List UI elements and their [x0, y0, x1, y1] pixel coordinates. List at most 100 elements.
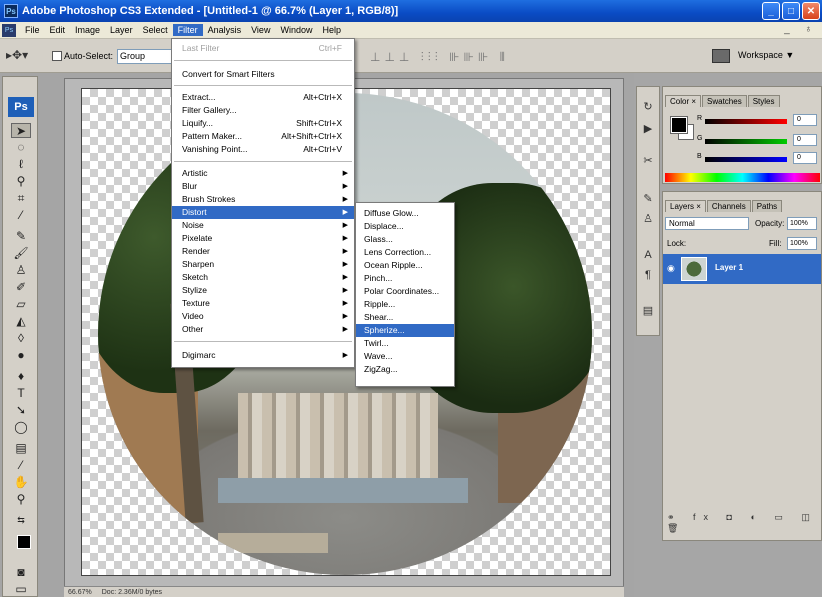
foreground-color-swatch[interactable]	[17, 535, 31, 549]
menu-item-last-filter[interactable]: Last Filter Ctrl+F	[172, 42, 354, 55]
blue-value-input[interactable]: 0	[793, 152, 817, 164]
align-distribute-icons[interactable]: ⊥⊥⊥ ⫶⫶⫶ ⊪⊪⊪ ⫴	[370, 50, 509, 65]
clone-stamp-icon[interactable]: ♙	[11, 263, 31, 278]
menu-item-extract[interactable]: Extract... Alt+Ctrl+X	[172, 91, 354, 104]
tab-styles[interactable]: Styles	[747, 95, 780, 107]
path-selection-icon[interactable]: ➘	[11, 403, 31, 418]
shape-tool-icon[interactable]: ◯	[11, 420, 31, 435]
slider-green[interactable]: G 0	[697, 134, 821, 147]
submenu-polar-coordinates[interactable]: Polar Coordinates...	[356, 285, 454, 298]
paragraph-panel-icon[interactable]: ¶	[640, 267, 656, 283]
eyedropper-tool-icon[interactable]: ⁄	[11, 458, 31, 473]
tab-paths[interactable]: Paths	[751, 200, 783, 212]
foreground-color-swatch[interactable]	[670, 116, 688, 134]
swap-colors-icon[interactable]: ⇆	[11, 513, 31, 528]
layer-comps-icon[interactable]: ▤	[640, 303, 656, 319]
menu-item-other[interactable]: Other ▶	[172, 323, 354, 336]
menu-edit[interactable]: Edit	[45, 24, 71, 36]
menu-view[interactable]: View	[246, 24, 275, 36]
pen-tool-icon[interactable]: ♦	[11, 369, 31, 384]
blur-tool-icon[interactable]: ◊	[11, 331, 31, 346]
screen-mode-icon[interactable]: ▭	[11, 582, 31, 597]
move-tool-preset-icon[interactable]: ▸✥▾	[6, 48, 40, 66]
menu-layer[interactable]: Layer	[105, 24, 138, 36]
notes-tool-icon[interactable]: ▤	[11, 441, 31, 456]
move-tool-icon[interactable]: ➤	[11, 123, 31, 138]
workspace-icon[interactable]	[712, 49, 730, 63]
menu-item-convert-smart-filters[interactable]: Convert for Smart Filters	[172, 68, 354, 81]
menu-item-distort[interactable]: Distort ▶	[172, 206, 354, 219]
character-panel-icon[interactable]: A	[640, 247, 656, 263]
menu-item-stylize[interactable]: Stylize ▶	[172, 284, 354, 297]
close-button[interactable]: ✕	[802, 2, 820, 20]
clone-source-icon[interactable]: ♙	[640, 211, 656, 227]
tab-color[interactable]: Color ×	[665, 95, 702, 107]
menu-item-sharpen[interactable]: Sharpen ▶	[172, 258, 354, 271]
hand-tool-icon[interactable]: ✋	[11, 475, 31, 490]
submenu-wave[interactable]: Wave...	[356, 350, 454, 363]
layer-name[interactable]: Layer 1	[715, 263, 743, 272]
auto-select-checkbox[interactable]	[52, 51, 62, 61]
history-panel-icon[interactable]: ↻	[640, 99, 656, 115]
maximize-button[interactable]: □	[782, 2, 800, 20]
menu-item-render[interactable]: Render ▶	[172, 245, 354, 258]
zoom-tool-icon[interactable]: ⚲	[11, 492, 31, 507]
eraser-tool-icon[interactable]: ▱	[11, 297, 31, 312]
menu-item-noise[interactable]: Noise ▶	[172, 219, 354, 232]
menu-item-video[interactable]: Video ▶	[172, 310, 354, 323]
submenu-shear[interactable]: Shear...	[356, 311, 454, 324]
magic-wand-tool-icon[interactable]: ⚲	[11, 174, 31, 189]
type-tool-icon[interactable]: T	[11, 386, 31, 401]
submenu-ocean-ripple[interactable]: Ocean Ripple...	[356, 259, 454, 272]
tab-channels[interactable]: Channels	[706, 200, 751, 212]
submenu-diffuse-glow[interactable]: Diffuse Glow...	[356, 207, 454, 220]
menu-window[interactable]: Window	[275, 24, 317, 36]
opacity-input[interactable]: 100%	[787, 217, 817, 230]
red-value-input[interactable]: 0	[793, 114, 817, 126]
menu-item-sketch[interactable]: Sketch ▶	[172, 271, 354, 284]
minimize-button[interactable]: _	[762, 2, 780, 20]
eye-icon[interactable]: ◉	[667, 263, 675, 274]
menu-filter[interactable]: Filter	[172, 24, 203, 36]
brushes-panel-icon[interactable]: ✎	[640, 191, 656, 207]
gradient-tool-icon[interactable]: ◭	[11, 314, 31, 329]
menu-item-filter-gallery[interactable]: Filter Gallery...	[172, 104, 354, 117]
menu-item-vanishing-point[interactable]: Vanishing Point... Alt+Ctrl+V	[172, 143, 354, 156]
submenu-twirl[interactable]: Twirl...	[356, 337, 454, 350]
submenu-glass[interactable]: Glass...	[356, 233, 454, 246]
tab-layers[interactable]: Layers ×	[665, 200, 706, 212]
doc-size-info[interactable]: Doc: 2.36M/0 bytes	[102, 589, 162, 596]
blend-mode-select[interactable]: Normal	[665, 217, 749, 230]
auto-select-dropdown[interactable]: Group	[117, 49, 173, 64]
menu-item-brush-strokes[interactable]: Brush Strokes ▶	[172, 193, 354, 206]
slice-tool-icon[interactable]: ⁄	[11, 208, 31, 223]
crop-tool-icon[interactable]: ⌗	[11, 191, 31, 206]
menu-item-pattern-maker[interactable]: Pattern Maker... Alt+Shift+Ctrl+X	[172, 130, 354, 143]
menu-item-texture[interactable]: Texture ▶	[172, 297, 354, 310]
marquee-tool-icon[interactable]: ◌	[11, 140, 31, 155]
actions-panel-icon[interactable]: ▶	[640, 121, 656, 137]
menu-file[interactable]: File	[20, 24, 45, 36]
slider-blue[interactable]: B 0	[697, 152, 821, 165]
submenu-spherize[interactable]: Spherize...	[356, 324, 454, 337]
menu-analysis[interactable]: Analysis	[203, 24, 247, 36]
submenu-ripple[interactable]: Ripple...	[356, 298, 454, 311]
dodge-tool-icon[interactable]: ●	[11, 348, 31, 363]
menu-item-pixelate[interactable]: Pixelate ▶	[172, 232, 354, 245]
menu-select[interactable]: Select	[138, 24, 173, 36]
tool-presets-icon[interactable]: ✂	[640, 153, 656, 169]
menu-item-blur[interactable]: Blur ▶	[172, 180, 354, 193]
quick-mask-icon[interactable]: ◙	[11, 565, 31, 580]
lasso-tool-icon[interactable]: ℓ	[11, 157, 31, 172]
layer-row[interactable]: ◉ Layer 1	[663, 254, 821, 284]
fill-input[interactable]: 100%	[787, 237, 817, 250]
zoom-level[interactable]: 66.67%	[68, 589, 92, 596]
menu-help[interactable]: Help	[317, 24, 346, 36]
workspace-button[interactable]: Workspace ▼	[738, 50, 794, 60]
menu-item-liquify[interactable]: Liquify... Shift+Ctrl+X	[172, 117, 354, 130]
brush-tool-icon[interactable]: 🖌	[11, 246, 31, 261]
submenu-zigzag[interactable]: ZigZag...	[356, 363, 454, 376]
history-brush-icon[interactable]: ✐	[11, 280, 31, 295]
slider-red[interactable]: R 0	[697, 114, 821, 127]
menu-image[interactable]: Image	[70, 24, 105, 36]
